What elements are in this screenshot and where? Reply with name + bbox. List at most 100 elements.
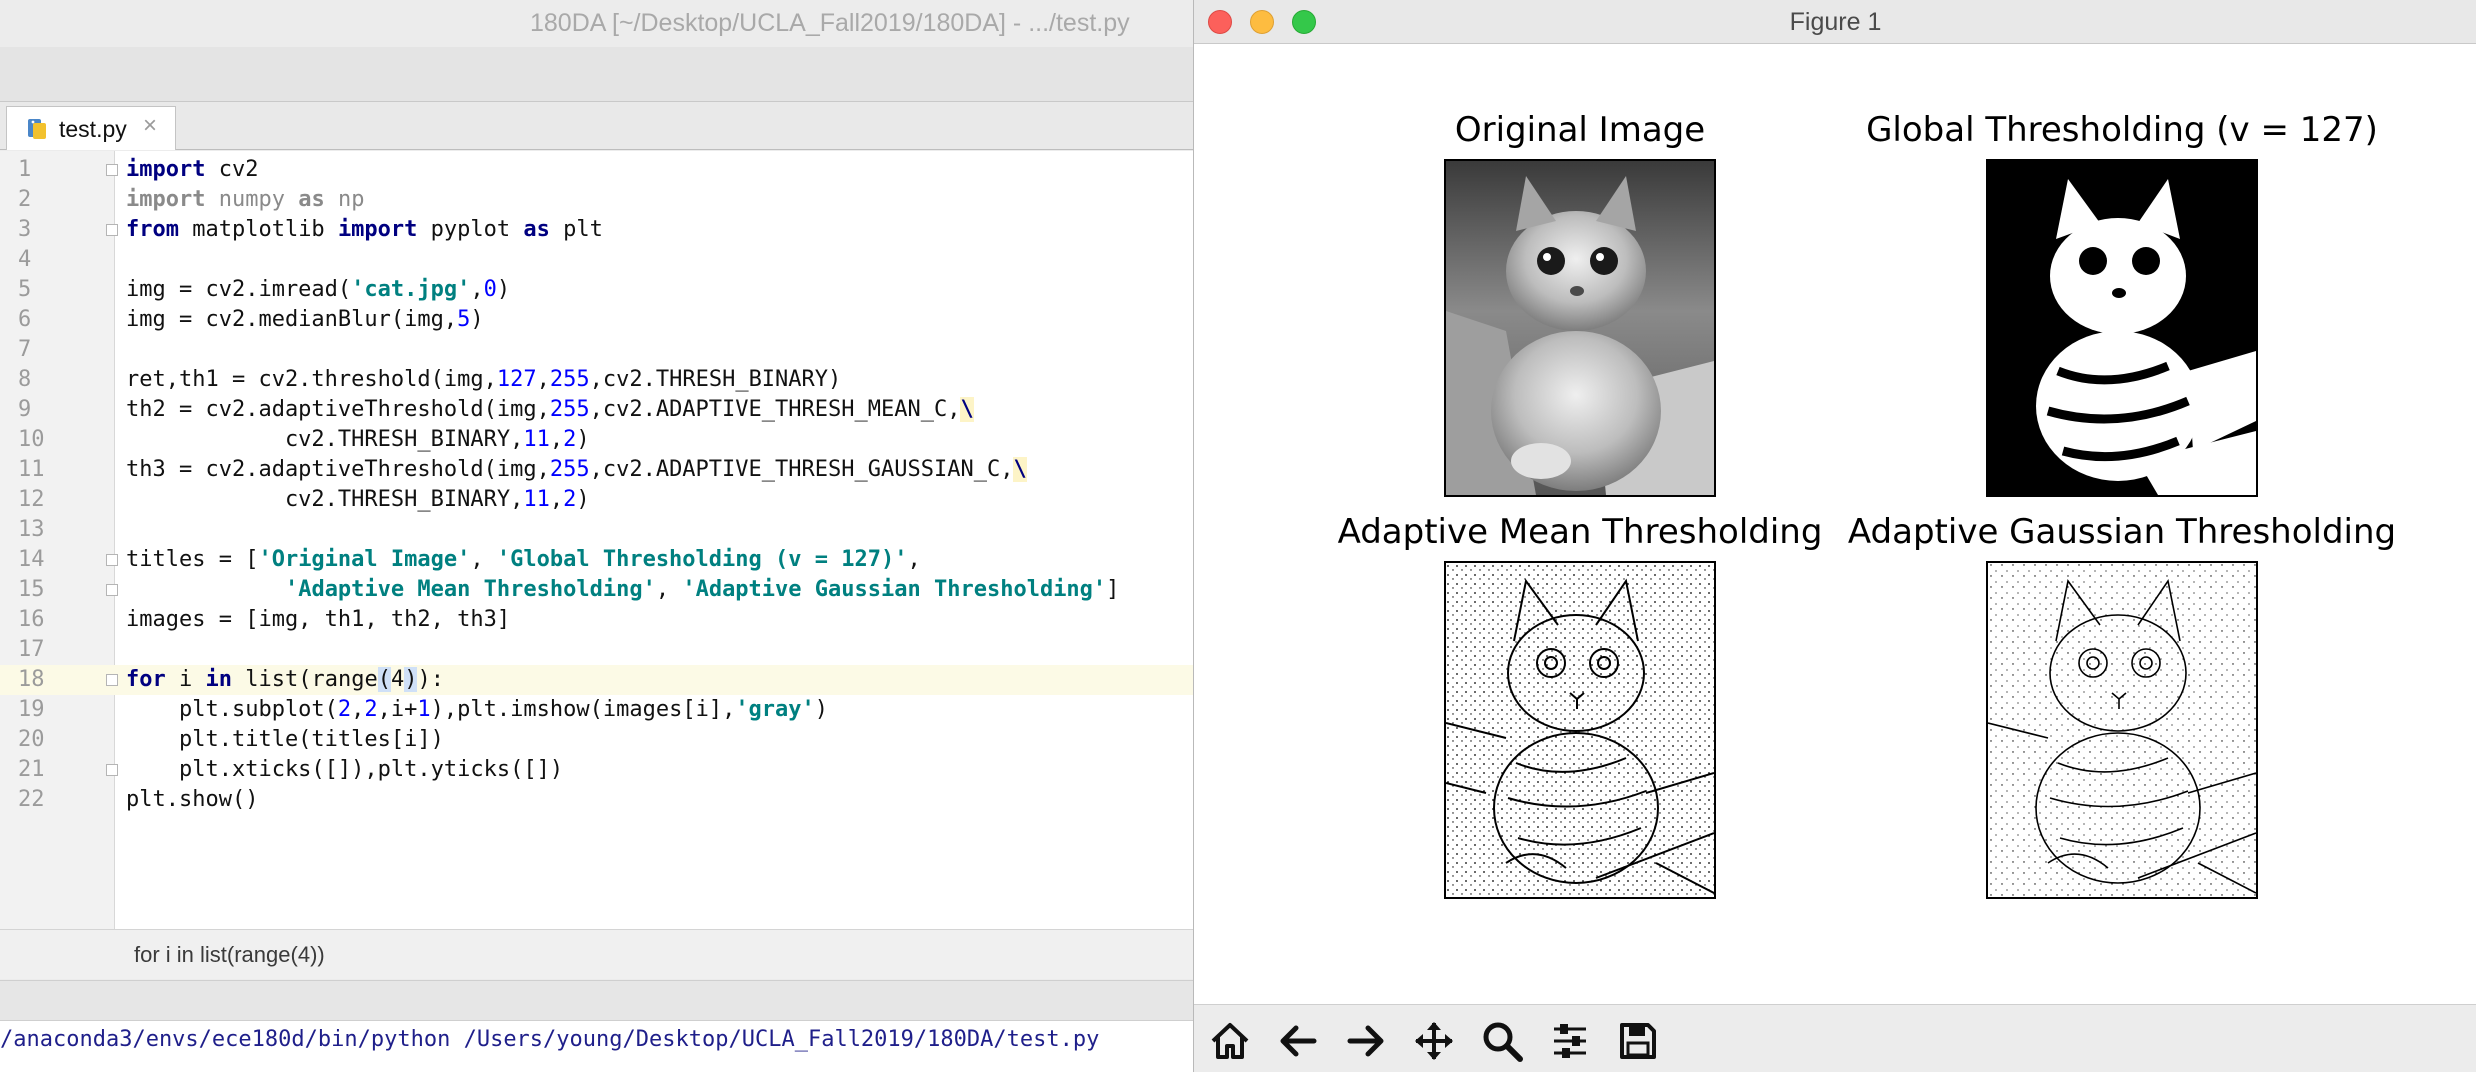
code-text: img = cv2.imread('cat.jpg',0) [126,277,511,302]
cat-adaptive-mean-image [1446,563,1714,897]
code-text: plt.xticks([]),plt.yticks([]) [126,757,564,782]
code-text: plt.title(titles[i]) [126,727,444,752]
python-file-icon [25,117,49,141]
tab-label: test.py [59,116,127,142]
code-text: 'Adaptive Mean Thresholding', 'Adaptive … [284,577,1120,602]
line-number: 22 [18,787,45,812]
code-text: plt.show() [126,787,259,812]
code-line[interactable]: 6 img = cv2.medianBlur(img,5) [0,305,1200,335]
forward-button[interactable] [1336,1013,1396,1069]
code-line[interactable]: 1 import cv2 [0,155,1200,185]
code-line[interactable]: 16 images = [img, th1, th2, th3] [0,605,1200,635]
fold-marker-icon[interactable] [106,224,118,236]
adaptive-gaussian-panel [1986,561,2258,899]
code-text: images = [img, th1, th2, th3] [126,607,511,632]
figure-titlebar: Figure 1 [1194,0,2476,44]
code-line[interactable]: 20 plt.title(titles[i]) [0,725,1200,755]
line-number: 16 [18,607,45,632]
save-button[interactable] [1608,1013,1668,1069]
tab-close-icon[interactable]: × [143,112,157,140]
fold-marker-icon[interactable] [106,554,118,566]
code-line[interactable]: 5 img = cv2.imread('cat.jpg',0) [0,275,1200,305]
code-line[interactable]: 9 th2 = cv2.adaptiveThreshold(img,255,cv2… [0,395,1200,425]
code-line[interactable]: 10 cv2.THRESH_BINARY,11,2) [0,425,1200,455]
line-number: 17 [18,637,45,662]
zoom-magnifier-icon [1483,1022,1523,1062]
code-editor[interactable]: 1 import cv2 2 import numpy as np 3 from matp… [0,151,1200,929]
code-line[interactable]: 2 import numpy as np [0,185,1200,215]
code-text: from matplotlib import pyplot as plt [126,217,603,242]
code-text: import numpy as np [126,187,365,212]
cat-binary-image [1988,161,2256,495]
code-line[interactable]: 8 ret,th1 = cv2.threshold(img,127,255,cv2… [0,365,1200,395]
code-text: th3 = cv2.adaptiveThreshold(img,255,cv2.… [126,457,1027,482]
code-line[interactable]: 19 plt.subplot(2,2,i+1),plt.imshow(image… [0,695,1200,725]
code-line[interactable]: 18 for i in list(range(4)): [0,665,1200,695]
code-line[interactable]: 7 [0,335,1200,365]
ide-window: 180DA [~/Desktop/UCLA_Fall2019/180DA] - … [0,0,1200,1072]
line-number: 4 [18,247,32,272]
tab-test-py[interactable]: test.py × [6,106,176,150]
zoom-button[interactable] [1472,1013,1532,1069]
run-tool-window-header [0,980,1200,1020]
home-button[interactable] [1200,1013,1260,1069]
figure-window: Figure 1 Original Image Global Threshold… [1193,0,2476,1072]
code-line[interactable]: 12 cv2.THRESH_BINARY,11,2) [0,485,1200,515]
line-number: 9 [18,397,32,422]
line-number: 1 [18,157,32,182]
code-line[interactable]: 17 [0,635,1200,665]
console-command-text: /anaconda3/envs/ece180d/bin/python /User… [0,1027,1100,1052]
back-arrow-icon [1280,1025,1317,1057]
code-line[interactable]: 11 th3 = cv2.adaptiveThreshold(img,255,cv… [0,455,1200,485]
line-number: 19 [18,697,45,722]
fold-marker-icon[interactable] [106,164,118,176]
fold-marker-icon[interactable] [106,764,118,776]
line-number: 12 [18,487,45,512]
pan-button[interactable] [1404,1013,1464,1069]
figure-canvas[interactable]: Original Image Global Thresholding (v = … [1194,44,2476,1004]
figure-window-title: Figure 1 [1789,8,1882,36]
code-text: cv2.THRESH_BINARY,11,2) [126,487,590,512]
line-number: 6 [18,307,32,332]
code-text: plt.subplot(2,2,i+1),plt.imshow(images[i… [126,697,829,722]
cat-grayscale-image [1446,161,1714,495]
ide-titlebar: 180DA [~/Desktop/UCLA_Fall2019/180DA] - … [0,0,1200,47]
line-number: 21 [18,757,45,782]
code-line[interactable]: 22 plt.show() [0,785,1200,815]
back-button[interactable] [1268,1013,1328,1069]
breadcrumb[interactable]: for i in list(range(4)) [134,942,325,968]
editor-tab-bar: test.py × [0,102,1200,150]
forward-arrow-icon [1347,1025,1384,1057]
fold-marker-icon[interactable] [106,584,118,596]
line-number: 5 [18,277,32,302]
line-number: 2 [18,187,32,212]
line-number: 8 [18,367,32,392]
code-text: import cv2 [126,157,259,182]
run-console[interactable]: /anaconda3/envs/ece180d/bin/python /User… [0,1020,1200,1072]
line-number: 3 [18,217,32,242]
code-line[interactable]: 3 from matplotlib import pyplot as plt [0,215,1200,245]
ide-toolbar [0,47,1200,102]
subplot-title-original: Original Image [1454,110,1706,150]
line-number: 15 [18,577,45,602]
line-number: 7 [18,337,32,362]
adaptive-mean-panel [1444,561,1716,899]
code-line[interactable]: 21 plt.xticks([]),plt.yticks([]) [0,755,1200,785]
global-threshold-panel [1986,159,2258,497]
matplotlib-toolbar [1194,1004,2476,1072]
pan-move-icon [1415,1022,1453,1060]
configure-subplots-button[interactable] [1540,1013,1600,1069]
code-line[interactable]: 13 [0,515,1200,545]
original-image-panel [1444,159,1716,497]
code-line[interactable]: 4 [0,245,1200,275]
code-line[interactable]: 14 titles = ['Original Image', 'Global Th… [0,545,1200,575]
line-number: 10 [18,427,45,452]
breadcrumb-bar: for i in list(range(4)) [0,929,1200,979]
code-line[interactable]: 15 'Adaptive Mean Thresholding', 'Adapti… [0,575,1200,605]
subplot-title-global: Global Thresholding (v = 127) [1866,110,2378,150]
code-text: for i in list(range(4)): [126,667,444,692]
code-text: ret,th1 = cv2.threshold(img,127,255,cv2.… [126,367,842,392]
line-number: 11 [18,457,45,482]
fold-marker-icon[interactable] [106,674,118,686]
subplot-title-adaptive-mean: Adaptive Mean Thresholding [1337,512,1823,552]
